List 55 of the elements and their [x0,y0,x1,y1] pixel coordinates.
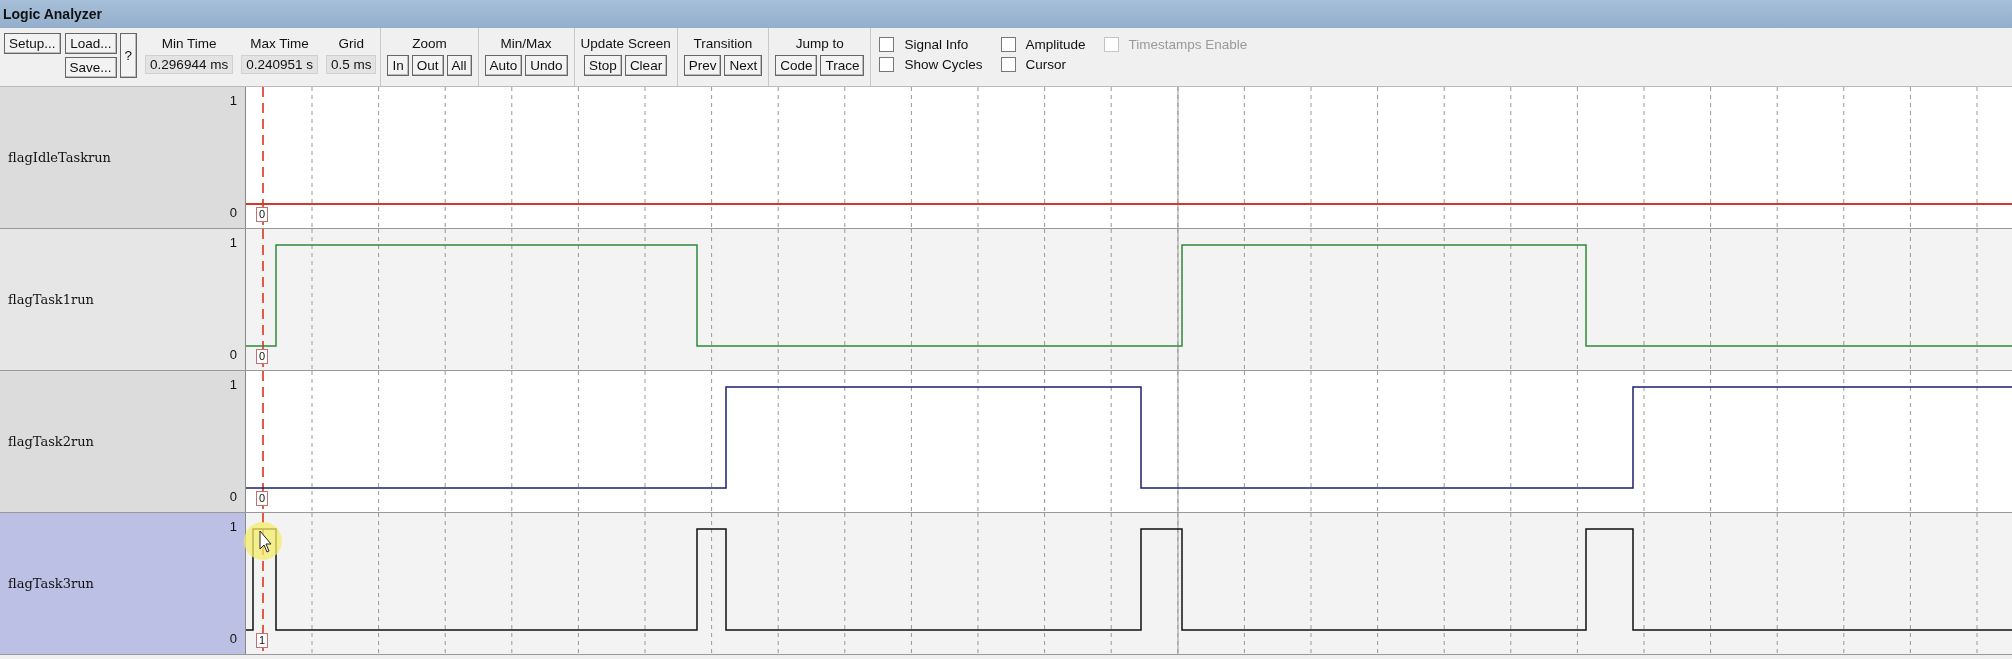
toolbar-button[interactable]: Out [411,55,444,76]
toolbar-button[interactable]: Stop [584,55,622,76]
field-label: Max Time [250,36,309,51]
value-field: 0.296944 ms [145,55,234,74]
setup-button[interactable]: Setup... [4,33,61,54]
checkbox[interactable] [1000,36,1016,52]
value-marker: 0 [256,349,269,364]
help-button[interactable]: ? [119,33,138,78]
high-level-label: 1 [229,519,237,534]
toolbar-button[interactable]: Code [775,55,818,76]
checkbox-option[interactable]: Amplitude [1000,34,1086,54]
group-label: Update Screen [580,36,671,51]
toolbar-button[interactable]: Undo [525,55,568,76]
toolbar-button[interactable]: All [446,55,472,76]
checkbox[interactable] [879,56,895,72]
value-marker: 1 [256,633,269,648]
low-level-label: 0 [229,205,237,220]
signal-name: flagTask1run [8,292,94,307]
group-label: Zoom [412,36,447,51]
signal-name: flagTask2run [8,434,94,449]
value-marker: 0 [256,491,269,506]
high-level-label: 1 [229,235,237,250]
save-button[interactable]: Save... [64,57,117,78]
signal-name: flagTask3run [8,576,94,591]
signal-name: flagIdleTaskrun [8,150,111,165]
group-label: Jump to [795,36,844,51]
signal-label[interactable]: 1 flagTask2run 0 [0,371,246,512]
checkbox[interactable] [1000,56,1016,72]
checkbox-option[interactable]: Cursor [1000,54,1086,74]
signal-label[interactable]: 1 flagTask1run 0 [0,229,246,370]
signal-label[interactable]: 1 flagIdleTaskrun 0 [0,87,246,228]
checkbox-option[interactable]: Signal Info [879,34,983,54]
toolbar-button[interactable]: Clear [624,55,668,76]
group-label: Transition [693,36,753,51]
group-label: Min/Max [500,36,552,51]
high-level-label: 1 [229,377,237,392]
field-label: Grid [338,36,364,51]
toolbar-button[interactable]: Next [724,55,763,76]
toolbar-button[interactable]: Prev [683,55,722,76]
value-marker: 0 [256,207,269,222]
toolbar-button[interactable]: Trace [820,55,865,76]
field-label: Min Time [161,36,217,51]
high-level-label: 1 [229,93,237,108]
low-level-label: 0 [229,631,237,646]
low-level-label: 0 [229,489,237,504]
signal-label[interactable]: 1 flagTask3run 0 [0,513,246,654]
window-title: Logic Analyzer [0,0,2012,28]
value-field: 0.240951 s [241,55,318,74]
low-level-label: 0 [229,347,237,362]
toolbar-button[interactable]: In [387,55,409,76]
load-button[interactable]: Load... [65,33,117,54]
checkbox-option[interactable]: Show Cycles [879,54,983,74]
checkbox[interactable] [879,36,895,52]
toolbar-button[interactable]: Auto [484,55,523,76]
value-field: 0.5 ms [325,55,377,74]
